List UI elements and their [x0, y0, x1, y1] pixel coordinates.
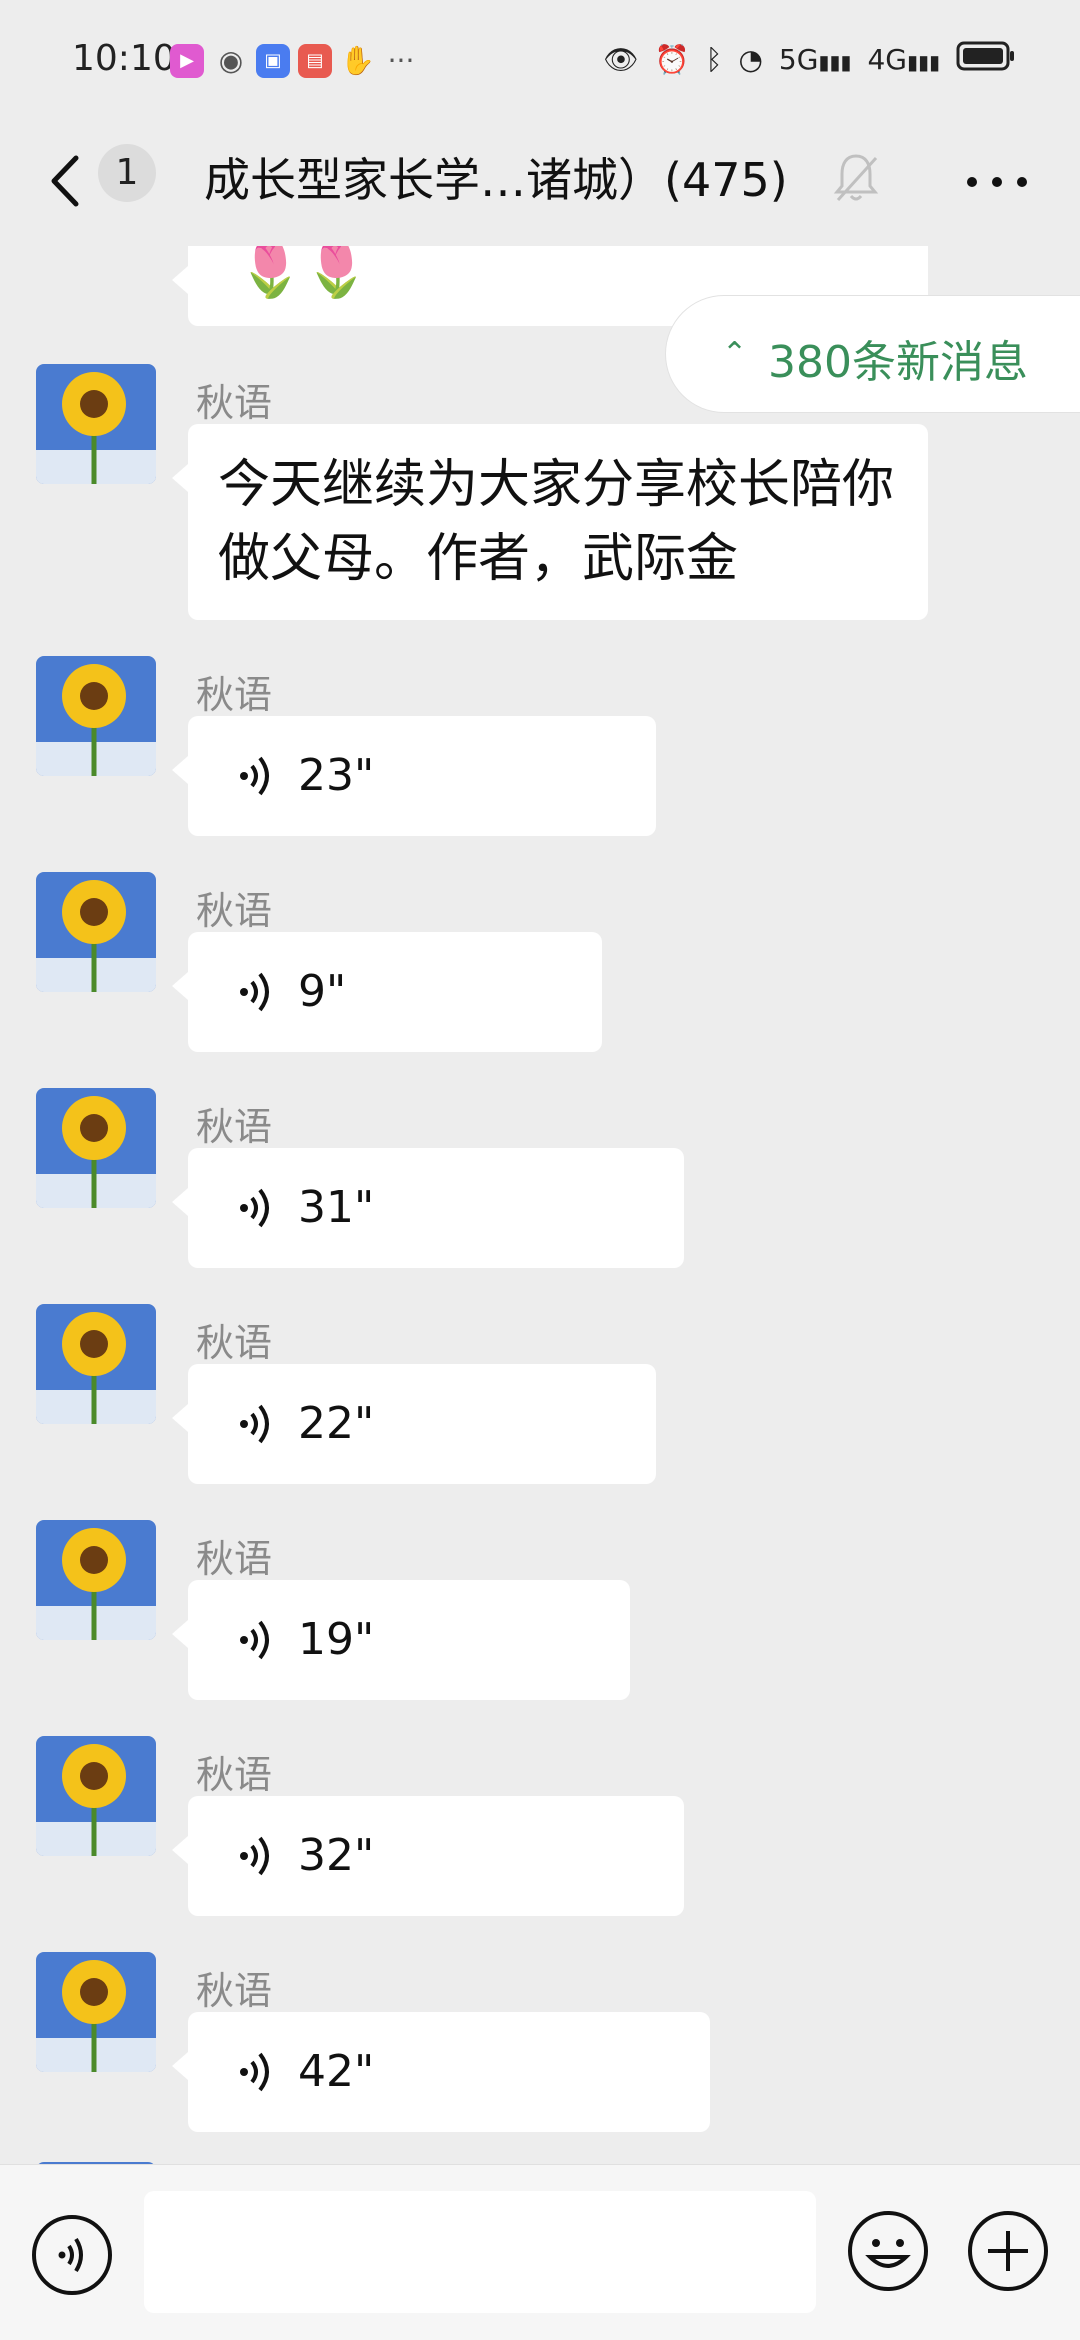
chat-title: 成长型家长学…诸城）(475)	[204, 153, 788, 207]
sender-name: 秋语	[196, 1321, 273, 1365]
voice-duration: 31"	[298, 1182, 375, 1233]
sunflower-avatar[interactable]	[36, 1520, 156, 1640]
tulip-emoji-icon: 🌷	[238, 246, 303, 301]
sender-name: 秋语	[196, 1969, 273, 2013]
sender-name: 秋语	[196, 673, 273, 717]
signal-5g-icon: 5G▮▮▮	[778, 43, 852, 76]
sunflower-avatar[interactable]	[36, 1088, 156, 1208]
unread-count-badge[interactable]: 1	[98, 144, 156, 202]
voice-wave-icon	[240, 756, 269, 796]
voice-duration: 32"	[298, 1830, 375, 1881]
voice-input-icon[interactable]	[30, 2213, 114, 2297]
sunflower-avatar[interactable]	[36, 872, 156, 992]
more-dots-icon: ···	[387, 44, 415, 77]
hand-icon: ✋	[340, 44, 375, 77]
wifi-icon: ◔	[738, 43, 763, 76]
tulip-emoji-icon: 🌷	[304, 246, 369, 301]
voice-message-bubble[interactable]: 9"	[172, 932, 602, 1052]
sender-name: 秋语	[196, 889, 273, 933]
video-app-icon: ▶	[170, 44, 204, 78]
voice-wave-icon	[240, 1188, 269, 1228]
sender-name: 秋语	[196, 1753, 273, 1797]
voice-message-bubble[interactable]: 22"	[172, 1364, 656, 1484]
voice-message-bubble[interactable]: 42"	[172, 2012, 710, 2132]
voice-duration: 42"	[298, 2046, 375, 2097]
voice-wave-icon	[240, 2052, 269, 2092]
input-bar	[0, 2164, 1080, 2340]
message-text: 今天继续为大家分享校长陪你做父母。作者，武际金	[218, 455, 895, 589]
sender-name: 秋语	[196, 1537, 273, 1581]
voice-wave-icon	[240, 1620, 269, 1660]
voice-wave-icon	[240, 1836, 269, 1876]
voice-duration: 22"	[298, 1398, 375, 1449]
voice-message-bubble[interactable]: 19"	[172, 1580, 630, 1700]
new-messages-label: 380条新消息	[768, 337, 1028, 388]
mute-bell-icon	[833, 154, 879, 202]
sunflower-avatar[interactable]	[36, 656, 156, 776]
back-arrow-icon[interactable]	[40, 146, 90, 216]
voice-wave-icon	[240, 972, 269, 1012]
message-list[interactable]: 🌷 🌷 秋语 今天继续为大家分享校长陪你做父母。作者，武际金 秋语 23" 秋语…	[0, 246, 1080, 2164]
sender-name: 秋语	[196, 381, 273, 425]
sunflower-avatar[interactable]	[36, 1952, 156, 2072]
voice-duration: 19"	[298, 1614, 375, 1665]
double-chevron-up-icon: ⌃	[722, 336, 748, 371]
text-message-bubble[interactable]: 今天继续为大家分享校长陪你做父母。作者，武际金	[172, 424, 928, 620]
chat-header: 成长型家长学…诸城）(475)	[0, 120, 1080, 246]
message-input[interactable]	[144, 2191, 816, 2313]
voice-message-bubble[interactable]: 23"	[172, 716, 656, 836]
voice-message-bubble[interactable]: 31"	[172, 1148, 684, 1268]
voice-wave-icon	[240, 1404, 269, 1444]
battery-icon	[956, 40, 1016, 79]
sunflower-avatar[interactable]	[36, 1304, 156, 1424]
more-options-icon[interactable]	[962, 172, 1032, 192]
status-time: 10:10	[72, 38, 176, 79]
wechat-icon: ◉	[218, 44, 244, 77]
new-messages-button[interactable]: ⌃ 380条新消息	[666, 296, 1080, 412]
voice-duration: 23"	[298, 750, 375, 801]
sunflower-avatar[interactable]	[36, 1736, 156, 1856]
signal-4g-icon: 4G▮▮▮	[867, 43, 940, 76]
bluetooth-icon: ᛒ	[705, 43, 723, 76]
status-bar: 10:10 ▶ ◉ ▣ ▤ ✋ ··· 👁 ⏰ ᛒ ◔ 5G▮▮▮ 4G▮▮▮	[0, 0, 1080, 120]
eye-icon: 👁	[603, 43, 639, 76]
alarm-icon: ⏰	[654, 43, 690, 76]
plus-icon[interactable]	[966, 2209, 1050, 2293]
store-icon: ▣	[256, 44, 290, 78]
sunflower-avatar[interactable]	[36, 364, 156, 484]
voice-duration: 9"	[298, 966, 347, 1017]
sender-name: 秋语	[196, 1105, 273, 1149]
voice-message-bubble[interactable]: 32"	[172, 1796, 684, 1916]
huawei-icon: ▤	[298, 44, 332, 78]
emoji-icon[interactable]	[846, 2209, 930, 2293]
status-right-icons: 👁 ⏰ ᛒ ◔ 5G▮▮▮ 4G▮▮▮	[603, 40, 1016, 79]
